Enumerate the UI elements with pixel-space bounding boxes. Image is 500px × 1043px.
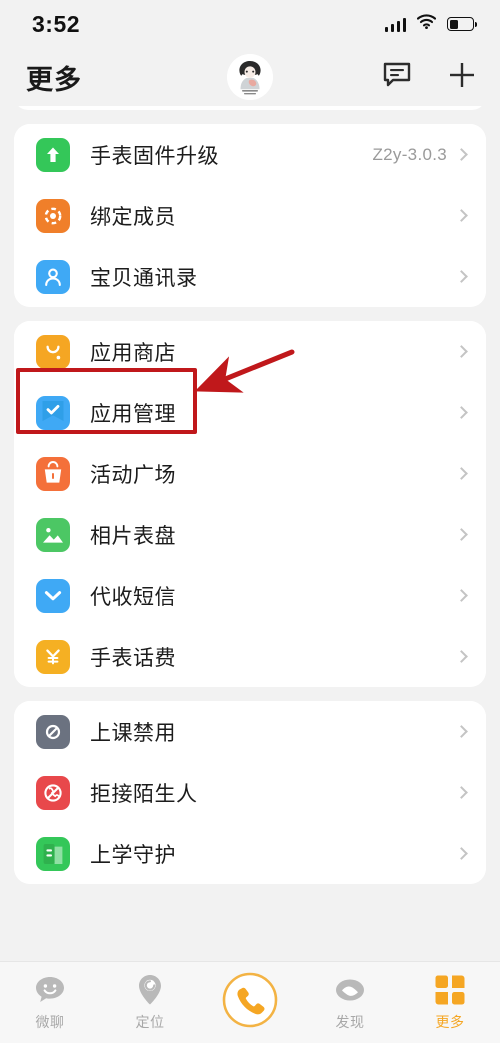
list-item-label: 代收短信	[90, 585, 176, 609]
chevron-right-icon	[455, 589, 468, 602]
list-item-label: 上课禁用	[90, 721, 176, 745]
cellular-signal-icon	[384, 17, 406, 32]
status-indicators	[384, 14, 477, 34]
list-item-label: 应用商店	[90, 341, 176, 365]
contacts-person-icon	[36, 259, 70, 294]
list-item-label: 手表固件升级	[90, 144, 219, 168]
phone-call-icon	[221, 971, 279, 1029]
chevron-right-icon	[455, 847, 468, 860]
chevron-right-icon	[455, 270, 468, 283]
chevron-right-icon	[455, 406, 468, 419]
tab-call[interactable]	[200, 962, 300, 1043]
reject-stranger-icon	[36, 775, 70, 810]
chevron-right-icon	[455, 467, 468, 480]
battery-icon	[447, 17, 477, 31]
app-store-bag-icon	[36, 334, 70, 369]
list-item[interactable]: 绑定成员	[14, 185, 486, 246]
chevron-right-icon	[455, 209, 468, 222]
list-item-label: 应用管理	[90, 402, 176, 426]
list-item[interactable]: 手表固件升级 Z2y-3.0.3	[14, 124, 486, 185]
status-time: 3:52	[32, 10, 81, 37]
message-bubble-icon[interactable]	[382, 61, 412, 94]
app-manage-check-icon	[36, 395, 70, 430]
tab-faxian[interactable]: 发现	[300, 962, 400, 1043]
list-item[interactable]: 应用商店	[14, 321, 486, 382]
bind-member-icon	[36, 198, 70, 233]
tab-label: 微聊	[35, 1014, 65, 1030]
list-item-label: 活动广场	[90, 463, 176, 487]
app-header: 更多	[0, 48, 500, 106]
list-item[interactable]: 活动广场	[14, 443, 486, 504]
list-item-label: 宝贝通讯录	[90, 266, 198, 290]
discover-eye-icon	[333, 973, 367, 1007]
card-device: 手表固件升级 Z2y-3.0.3 绑定成员宝贝通讯录	[14, 124, 486, 307]
list-item-label: 绑定成员	[90, 205, 176, 229]
tab-label: 发现	[335, 1014, 365, 1030]
chevron-right-icon	[455, 148, 468, 161]
wifi-icon	[416, 14, 437, 34]
tab-weiliao[interactable]: 微聊	[0, 962, 100, 1043]
school-guard-book-icon	[36, 836, 70, 871]
chevron-right-icon	[455, 725, 468, 738]
tab-gengduo[interactable]: 更多	[400, 962, 500, 1043]
activity-bucket-icon	[36, 456, 70, 491]
tab-label: 定位	[135, 1014, 165, 1030]
list-item-label: 相片表盘	[90, 524, 176, 548]
list-item[interactable]: 代收短信	[14, 565, 486, 626]
sms-envelope-icon	[36, 578, 70, 613]
header-actions	[382, 61, 476, 94]
plus-icon[interactable]	[448, 61, 476, 94]
list-item[interactable]: 上学守护	[14, 823, 486, 884]
list-item[interactable]: 上课禁用	[14, 701, 486, 762]
tab-dingwei[interactable]: 定位	[100, 962, 200, 1043]
status-bar: 3:52	[0, 0, 500, 48]
list-item-label: 拒接陌生人	[90, 782, 198, 806]
chevron-right-icon	[455, 786, 468, 799]
chevron-right-icon	[455, 650, 468, 663]
list-item[interactable]: 相片表盘	[14, 504, 486, 565]
user-avatar[interactable]	[227, 54, 273, 100]
photo-watchface-icon	[36, 517, 70, 552]
bottom-tab-bar: 微聊 定位 发现 更多	[0, 961, 500, 1043]
location-pin-icon	[135, 973, 165, 1007]
page-title: 更多	[26, 64, 82, 95]
list-item[interactable]: 拒接陌生人	[14, 762, 486, 823]
card-restrictions: 上课禁用拒接陌生人上学守护	[14, 701, 486, 884]
list-item-label: 手表话费	[90, 646, 176, 670]
tab-label: 更多	[435, 1014, 465, 1030]
card-apps: 应用商店应用管理活动广场相片表盘代收短信手表话费	[14, 321, 486, 687]
list-item[interactable]: 宝贝通讯录	[14, 246, 486, 307]
class-disable-icon	[36, 714, 70, 749]
settings-scroll-area[interactable]: 手表固件升级 Z2y-3.0.3 绑定成员宝贝通讯录应用商店应用管理活动广场相片表盘…	[0, 106, 500, 961]
chevron-right-icon	[455, 528, 468, 541]
list-item[interactable]: 应用管理	[14, 382, 486, 443]
watch-balance-yuan-icon	[36, 639, 70, 674]
list-item-value: Z2y-3.0.3	[372, 144, 447, 164]
chat-smiley-icon	[33, 973, 67, 1007]
chevron-right-icon	[455, 345, 468, 358]
card-partial-top	[14, 106, 486, 110]
more-grid-icon	[434, 973, 466, 1007]
upgrade-arrow-icon	[36, 137, 70, 172]
list-item[interactable]: 手表话费	[14, 626, 486, 687]
list-item-label: 上学守护	[90, 843, 176, 867]
